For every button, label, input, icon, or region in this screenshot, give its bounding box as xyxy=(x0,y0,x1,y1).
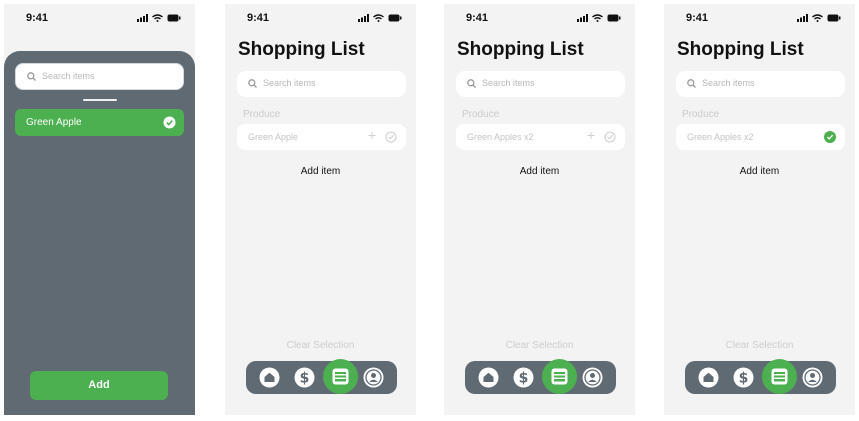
status-bar: 9:41 xyxy=(664,4,855,32)
tab-list[interactable] xyxy=(762,359,797,394)
list-item[interactable]: Green Apples x2 + xyxy=(456,124,625,150)
tab-profile[interactable] xyxy=(362,366,385,389)
profile-icon xyxy=(363,367,384,388)
dollar-icon: $ xyxy=(733,367,754,388)
item-label: Green Apples x2 xyxy=(467,132,534,142)
search-placeholder: Search items xyxy=(482,78,535,88)
tab-home[interactable] xyxy=(477,366,500,389)
tab-bar: $ xyxy=(246,359,397,394)
list-icon xyxy=(771,368,788,385)
add-button[interactable]: Add xyxy=(30,371,168,400)
plus-icon[interactable]: + xyxy=(368,127,376,143)
signal-icon xyxy=(577,14,588,22)
screen-shopping-list-added: 9:41 Shopping List Search items Produce … xyxy=(444,4,635,415)
svg-text:$: $ xyxy=(300,371,310,387)
list-icon xyxy=(332,368,349,385)
status-time: 9:41 xyxy=(466,12,489,24)
list-item[interactable]: Green Apples x2 xyxy=(676,124,845,150)
status-time: 9:41 xyxy=(686,12,709,24)
tab-list[interactable] xyxy=(542,359,577,394)
home-icon xyxy=(478,367,499,388)
add-item-link[interactable]: Add item xyxy=(225,166,416,177)
search-placeholder: Search items xyxy=(702,78,755,88)
search-icon xyxy=(687,79,696,88)
section-heading: Produce xyxy=(243,109,281,120)
tab-home[interactable] xyxy=(697,366,720,389)
suggestion-label: Green Apple xyxy=(26,117,82,128)
plus-icon[interactable]: + xyxy=(587,127,595,143)
status-bar: 9:41 xyxy=(225,4,416,32)
profile-icon xyxy=(802,367,823,388)
screen-shopping-list-empty: 9:41 Shopping List Search items Produce … xyxy=(225,4,416,415)
wifi-icon xyxy=(812,14,823,22)
tab-profile[interactable] xyxy=(801,366,824,389)
search-icon xyxy=(27,72,36,81)
home-icon xyxy=(698,367,719,388)
status-icons xyxy=(577,14,621,22)
signal-icon xyxy=(797,14,808,22)
dollar-icon: $ xyxy=(513,367,534,388)
section-heading: Produce xyxy=(682,109,720,120)
bottom-sheet: Search items Green Apple Add xyxy=(4,51,195,415)
screen-shopping-list-checked: 9:41 Shopping List Search items Produce … xyxy=(664,4,855,415)
signal-icon xyxy=(358,14,369,22)
status-bar: 9:41 xyxy=(4,4,195,32)
wifi-icon xyxy=(592,14,603,22)
screen-add-item-sheet: 9:41 Search items Green Apple Add xyxy=(4,4,195,415)
search-input[interactable]: Search items xyxy=(15,63,184,90)
svg-text:$: $ xyxy=(519,371,529,387)
battery-icon xyxy=(167,14,181,22)
search-placeholder: Search items xyxy=(42,71,95,81)
status-icons xyxy=(797,14,841,22)
search-icon xyxy=(248,79,257,88)
tab-bar: $ xyxy=(685,359,836,394)
drag-handle[interactable] xyxy=(83,99,117,101)
search-input[interactable]: Search items xyxy=(237,71,406,97)
search-input[interactable]: Search items xyxy=(676,71,845,97)
tab-expenses[interactable]: $ xyxy=(732,366,755,389)
tab-expenses[interactable]: $ xyxy=(512,366,535,389)
clear-selection-button[interactable]: Clear Selection xyxy=(444,340,635,351)
check-circle-icon xyxy=(163,116,176,129)
status-time: 9:41 xyxy=(26,12,49,24)
check-circle-outline-icon[interactable] xyxy=(385,131,397,143)
clear-selection-button[interactable]: Clear Selection xyxy=(664,340,855,351)
tab-home[interactable] xyxy=(258,366,281,389)
battery-icon xyxy=(607,14,621,22)
check-circle-outline-icon[interactable] xyxy=(604,131,616,143)
item-label: Green Apples x2 xyxy=(687,132,754,142)
profile-icon xyxy=(582,367,603,388)
status-time: 9:41 xyxy=(247,12,270,24)
signal-icon xyxy=(137,14,148,22)
tab-profile[interactable] xyxy=(581,366,604,389)
tab-bar: $ xyxy=(465,359,616,394)
wifi-icon xyxy=(373,14,384,22)
page-title: Shopping List xyxy=(457,39,584,60)
wifi-icon xyxy=(152,14,163,22)
clear-selection-button[interactable]: Clear Selection xyxy=(225,340,416,351)
status-bar: 9:41 xyxy=(444,4,635,32)
tab-expenses[interactable]: $ xyxy=(293,366,316,389)
add-item-link[interactable]: Add item xyxy=(664,166,855,177)
page-title: Shopping List xyxy=(238,39,365,60)
search-icon xyxy=(467,79,476,88)
status-icons xyxy=(358,14,402,22)
dollar-icon: $ xyxy=(294,367,315,388)
check-circle-filled-icon[interactable] xyxy=(824,131,836,143)
search-input[interactable]: Search items xyxy=(456,71,625,97)
tab-list[interactable] xyxy=(323,359,358,394)
suggestion-item[interactable]: Green Apple xyxy=(15,109,184,136)
status-icons xyxy=(137,14,181,22)
item-label: Green Apple xyxy=(248,132,299,142)
add-item-link[interactable]: Add item xyxy=(444,166,635,177)
search-placeholder: Search items xyxy=(263,78,316,88)
home-icon xyxy=(259,367,280,388)
battery-icon xyxy=(827,14,841,22)
list-icon xyxy=(551,368,568,385)
battery-icon xyxy=(388,14,402,22)
page-title: Shopping List xyxy=(677,39,804,60)
svg-text:$: $ xyxy=(739,371,749,387)
list-item[interactable]: Green Apple + xyxy=(237,124,406,150)
section-heading: Produce xyxy=(462,109,500,120)
